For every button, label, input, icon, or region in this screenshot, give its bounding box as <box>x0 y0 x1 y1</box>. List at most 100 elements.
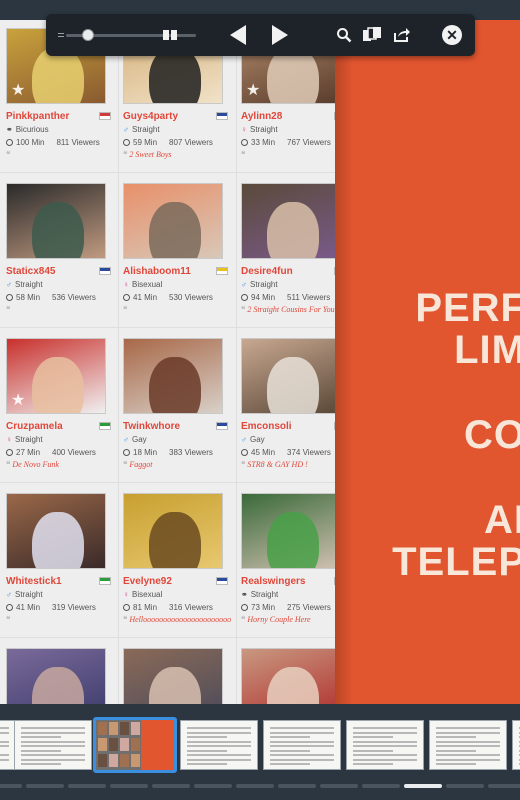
profile-card[interactable]: Emconsoli ♂ Gay 45 Min 374 Viewers ❝ STR8 & GA… <box>238 330 335 480</box>
profile-thumbnail[interactable] <box>6 493 106 569</box>
share-icon[interactable] <box>390 23 414 47</box>
favorite-star-icon[interactable]: ★ <box>11 393 25 409</box>
profile-name[interactable]: Aylinn28 <box>241 111 282 122</box>
profile-card[interactable]: ★ Cruzpamela ♀ Straight 27 Min 400 Viewers ❝ De… <box>3 330 117 480</box>
profile-card[interactable] <box>3 640 117 704</box>
thumbnails-icon[interactable] <box>360 23 384 47</box>
flipbook-viewer: ★ Pinkkpanther ⚭ Bicurious 100 Min 811 Viewer… <box>0 0 520 800</box>
orientation-label: ♂ Straight <box>123 125 160 134</box>
page-thumbnail[interactable] <box>180 720 258 770</box>
profile-card[interactable]: Whitestick1 ♂ Straight 41 Min 319 Viewers ❝ <box>3 485 117 635</box>
page-indicator[interactable] <box>26 784 64 788</box>
profile-thumbnail[interactable] <box>6 648 106 704</box>
profile-name[interactable]: Whitestick1 <box>6 576 62 587</box>
page-thumbnail[interactable] <box>263 720 341 770</box>
profile-card[interactable]: Realswingers ⚭ Straight 73 Min 275 Viewers ❝ H… <box>238 485 335 635</box>
profile-name[interactable]: Desire4fun <box>241 266 293 277</box>
page-indicator[interactable] <box>194 784 232 788</box>
profile-card[interactable]: Desire4fun ♂ Straight 94 Min 511 Viewers ❝ 2 S… <box>238 175 335 325</box>
profile-quote: ❝ De Novo Funk <box>6 460 114 470</box>
thumbnail-text-line <box>21 740 85 743</box>
profile-thumbnail[interactable] <box>123 493 223 569</box>
page-indicator[interactable] <box>320 784 358 788</box>
profile-thumbnail[interactable] <box>123 338 223 414</box>
quote-icon: ❝ <box>123 615 128 624</box>
thumbnail-figure <box>32 512 84 568</box>
profile-name[interactable]: Cruzpamela <box>6 421 63 432</box>
favorite-star-icon[interactable]: ★ <box>246 83 260 99</box>
page-thumbnail[interactable] <box>346 720 424 770</box>
page-indicator[interactable] <box>236 784 274 788</box>
page-thumbnail[interactable] <box>512 720 520 770</box>
search-icon[interactable] <box>332 23 356 47</box>
profile-card[interactable]: Staticx845 ♂ Straight 58 Min 536 Viewers ❝ <box>3 175 117 325</box>
page-thumbnail[interactable] <box>429 720 507 770</box>
profile-card[interactable]: Evelyne92 ♀ Bisexual 81 Min 316 Viewers ❝ Hell… <box>120 485 234 635</box>
profile-name[interactable]: Guys4party <box>123 111 178 122</box>
page-thumbnail[interactable] <box>14 720 92 770</box>
profile-thumbnail[interactable] <box>241 493 335 569</box>
profile-thumbnail[interactable] <box>241 648 335 704</box>
page-indicator[interactable] <box>110 784 148 788</box>
profile-name[interactable]: Realswingers <box>241 576 305 587</box>
profile-thumbnail[interactable] <box>6 183 106 259</box>
previous-arrow-icon[interactable] <box>226 23 250 47</box>
favorite-star-icon[interactable]: ★ <box>11 83 25 99</box>
orientation-label: ♀ Bisexual <box>123 590 162 599</box>
profile-thumbnail[interactable] <box>123 183 223 259</box>
male-symbol-icon: ♂ <box>241 435 247 444</box>
profile-name[interactable]: Emconsoli <box>241 421 292 432</box>
grid-divider <box>118 20 119 704</box>
slider-knob[interactable] <box>82 29 95 41</box>
profile-name[interactable]: Staticx845 <box>6 266 55 277</box>
page-indicator[interactable] <box>404 784 442 788</box>
page-thumbnail-active[interactable] <box>93 717 177 773</box>
thumbnail-text-line <box>270 736 310 738</box>
profile-card[interactable] <box>120 640 234 704</box>
page-indicator[interactable] <box>446 784 484 788</box>
orientation-text: Straight <box>250 590 279 599</box>
profile-name[interactable]: Twinkwhore <box>123 421 180 432</box>
orientation-text: Straight <box>15 590 43 599</box>
quote-text: STR8 & GAY HD ! <box>247 460 308 469</box>
profile-quote: ❝ <box>6 305 114 315</box>
cover-title-line: PERF <box>415 286 520 330</box>
page-indicator[interactable] <box>488 784 520 788</box>
thumbnail-text-line <box>187 754 251 756</box>
page-left-profile-grid[interactable]: ★ Pinkkpanther ⚭ Bicurious 100 Min 811 Viewer… <box>0 20 335 704</box>
page-right-cover[interactable]: PERFLIM CO AITELEP <box>335 20 520 704</box>
clock-icon <box>6 449 13 456</box>
profile-card[interactable]: Twinkwhore ♂ Gay 18 Min 383 Viewers ❝ Faggot <box>120 330 234 480</box>
next-arrow-icon[interactable] <box>268 23 292 47</box>
thumbnail-text-line <box>187 763 227 765</box>
page-indicator[interactable] <box>152 784 190 788</box>
thumbnail-text-line <box>436 763 476 765</box>
thumbnail-text-line <box>353 758 417 761</box>
thumbnail-text-line <box>270 727 334 729</box>
thumbnail-text-line <box>270 731 334 734</box>
page-indicator[interactable] <box>278 784 316 788</box>
viewer-count: 400 Viewers <box>52 448 96 457</box>
profile-card[interactable]: Alishaboom11 ♀ Bisexual 41 Min 530 Viewers ❝ <box>120 175 234 325</box>
page-indicator[interactable] <box>362 784 400 788</box>
profile-name[interactable]: Alishaboom11 <box>123 266 191 277</box>
page-indicator[interactable] <box>0 784 22 788</box>
thumbnail-text-line <box>21 736 61 738</box>
double-page-icon[interactable] <box>158 23 182 47</box>
profile-name[interactable]: Pinkkpanther <box>6 111 69 122</box>
profile-thumbnail[interactable] <box>241 183 335 259</box>
orientation-text: Straight <box>132 125 160 134</box>
online-minutes: 41 Min <box>133 293 158 302</box>
orientation-label: ⚭ Straight <box>241 590 278 599</box>
profile-quote: ❝ <box>6 615 114 625</box>
page-indicator[interactable] <box>68 784 106 788</box>
profile-thumbnail[interactable] <box>241 338 335 414</box>
profile-card[interactable] <box>238 640 335 704</box>
thumbnail-text-line <box>0 740 9 743</box>
online-minutes: 59 Min <box>133 138 158 147</box>
close-button[interactable]: ✕ <box>440 23 464 47</box>
profile-thumbnail[interactable] <box>123 648 223 704</box>
profile-name[interactable]: Evelyne92 <box>123 576 172 587</box>
profile-thumbnail[interactable]: ★ <box>6 338 106 414</box>
thumbnail-text-line <box>0 745 9 747</box>
